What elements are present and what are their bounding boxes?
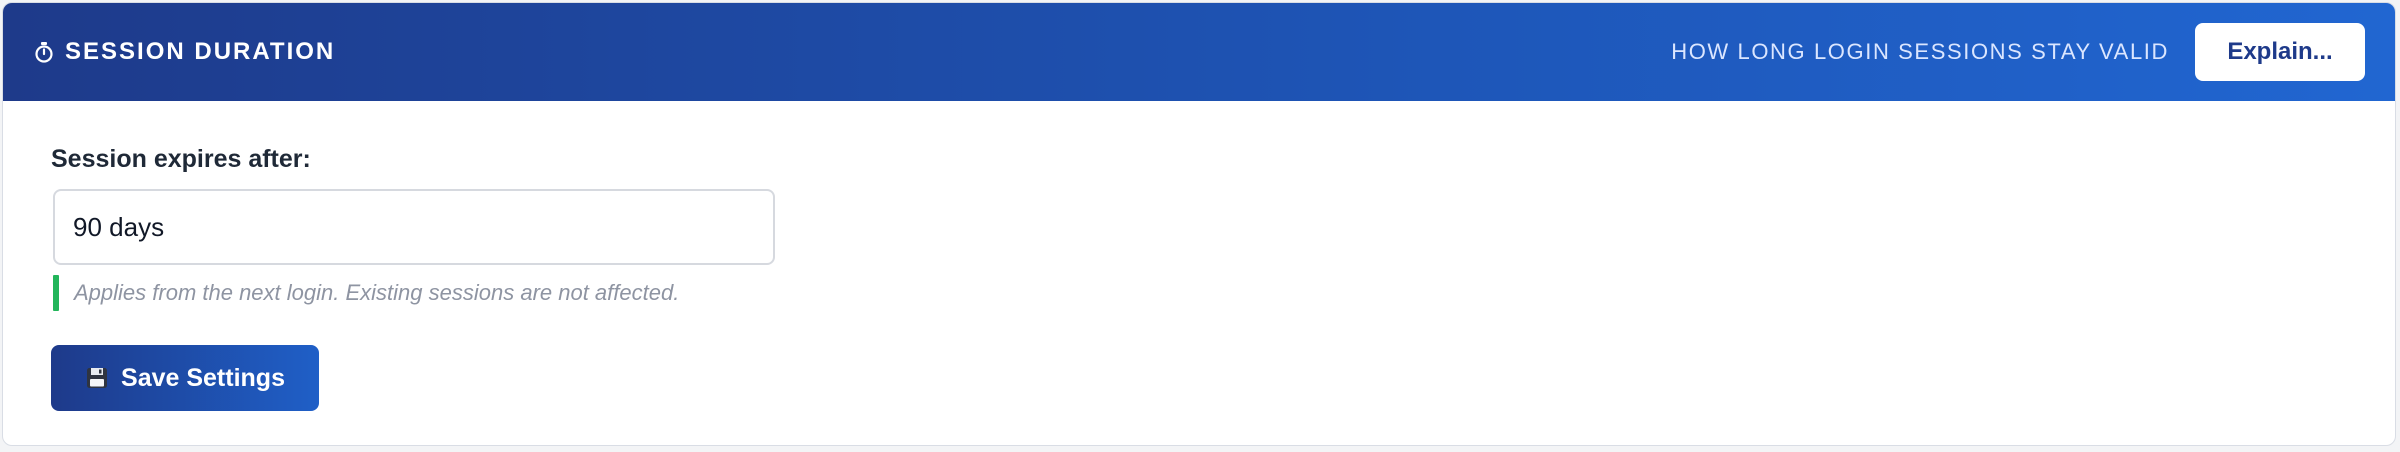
session-duration-card: SESSION DURATION HOW LONG LOGIN SESSIONS… xyxy=(2,2,2396,446)
card-header: SESSION DURATION HOW LONG LOGIN SESSIONS… xyxy=(3,3,2395,101)
hint-accent-bar xyxy=(53,275,59,311)
floppy-disk-icon xyxy=(85,366,109,390)
save-settings-button[interactable]: Save Settings xyxy=(51,345,319,411)
save-button-label: Save Settings xyxy=(121,363,285,392)
explain-button[interactable]: Explain... xyxy=(2195,23,2365,81)
page-title: SESSION DURATION xyxy=(65,38,336,65)
hint-note: Applies from the next login. Existing se… xyxy=(53,275,679,311)
timer-icon xyxy=(33,41,55,63)
hint-text: Applies from the next login. Existing se… xyxy=(74,280,680,305)
header-title-group: SESSION DURATION xyxy=(33,38,335,66)
session-expiry-label: Session expires after: xyxy=(51,145,311,173)
header-right-group: HOW LONG LOGIN SESSIONS STAY VALID Expla… xyxy=(1671,23,2365,81)
header-subtitle: HOW LONG LOGIN SESSIONS STAY VALID xyxy=(1671,39,2169,64)
session-expiry-input[interactable] xyxy=(53,189,775,265)
